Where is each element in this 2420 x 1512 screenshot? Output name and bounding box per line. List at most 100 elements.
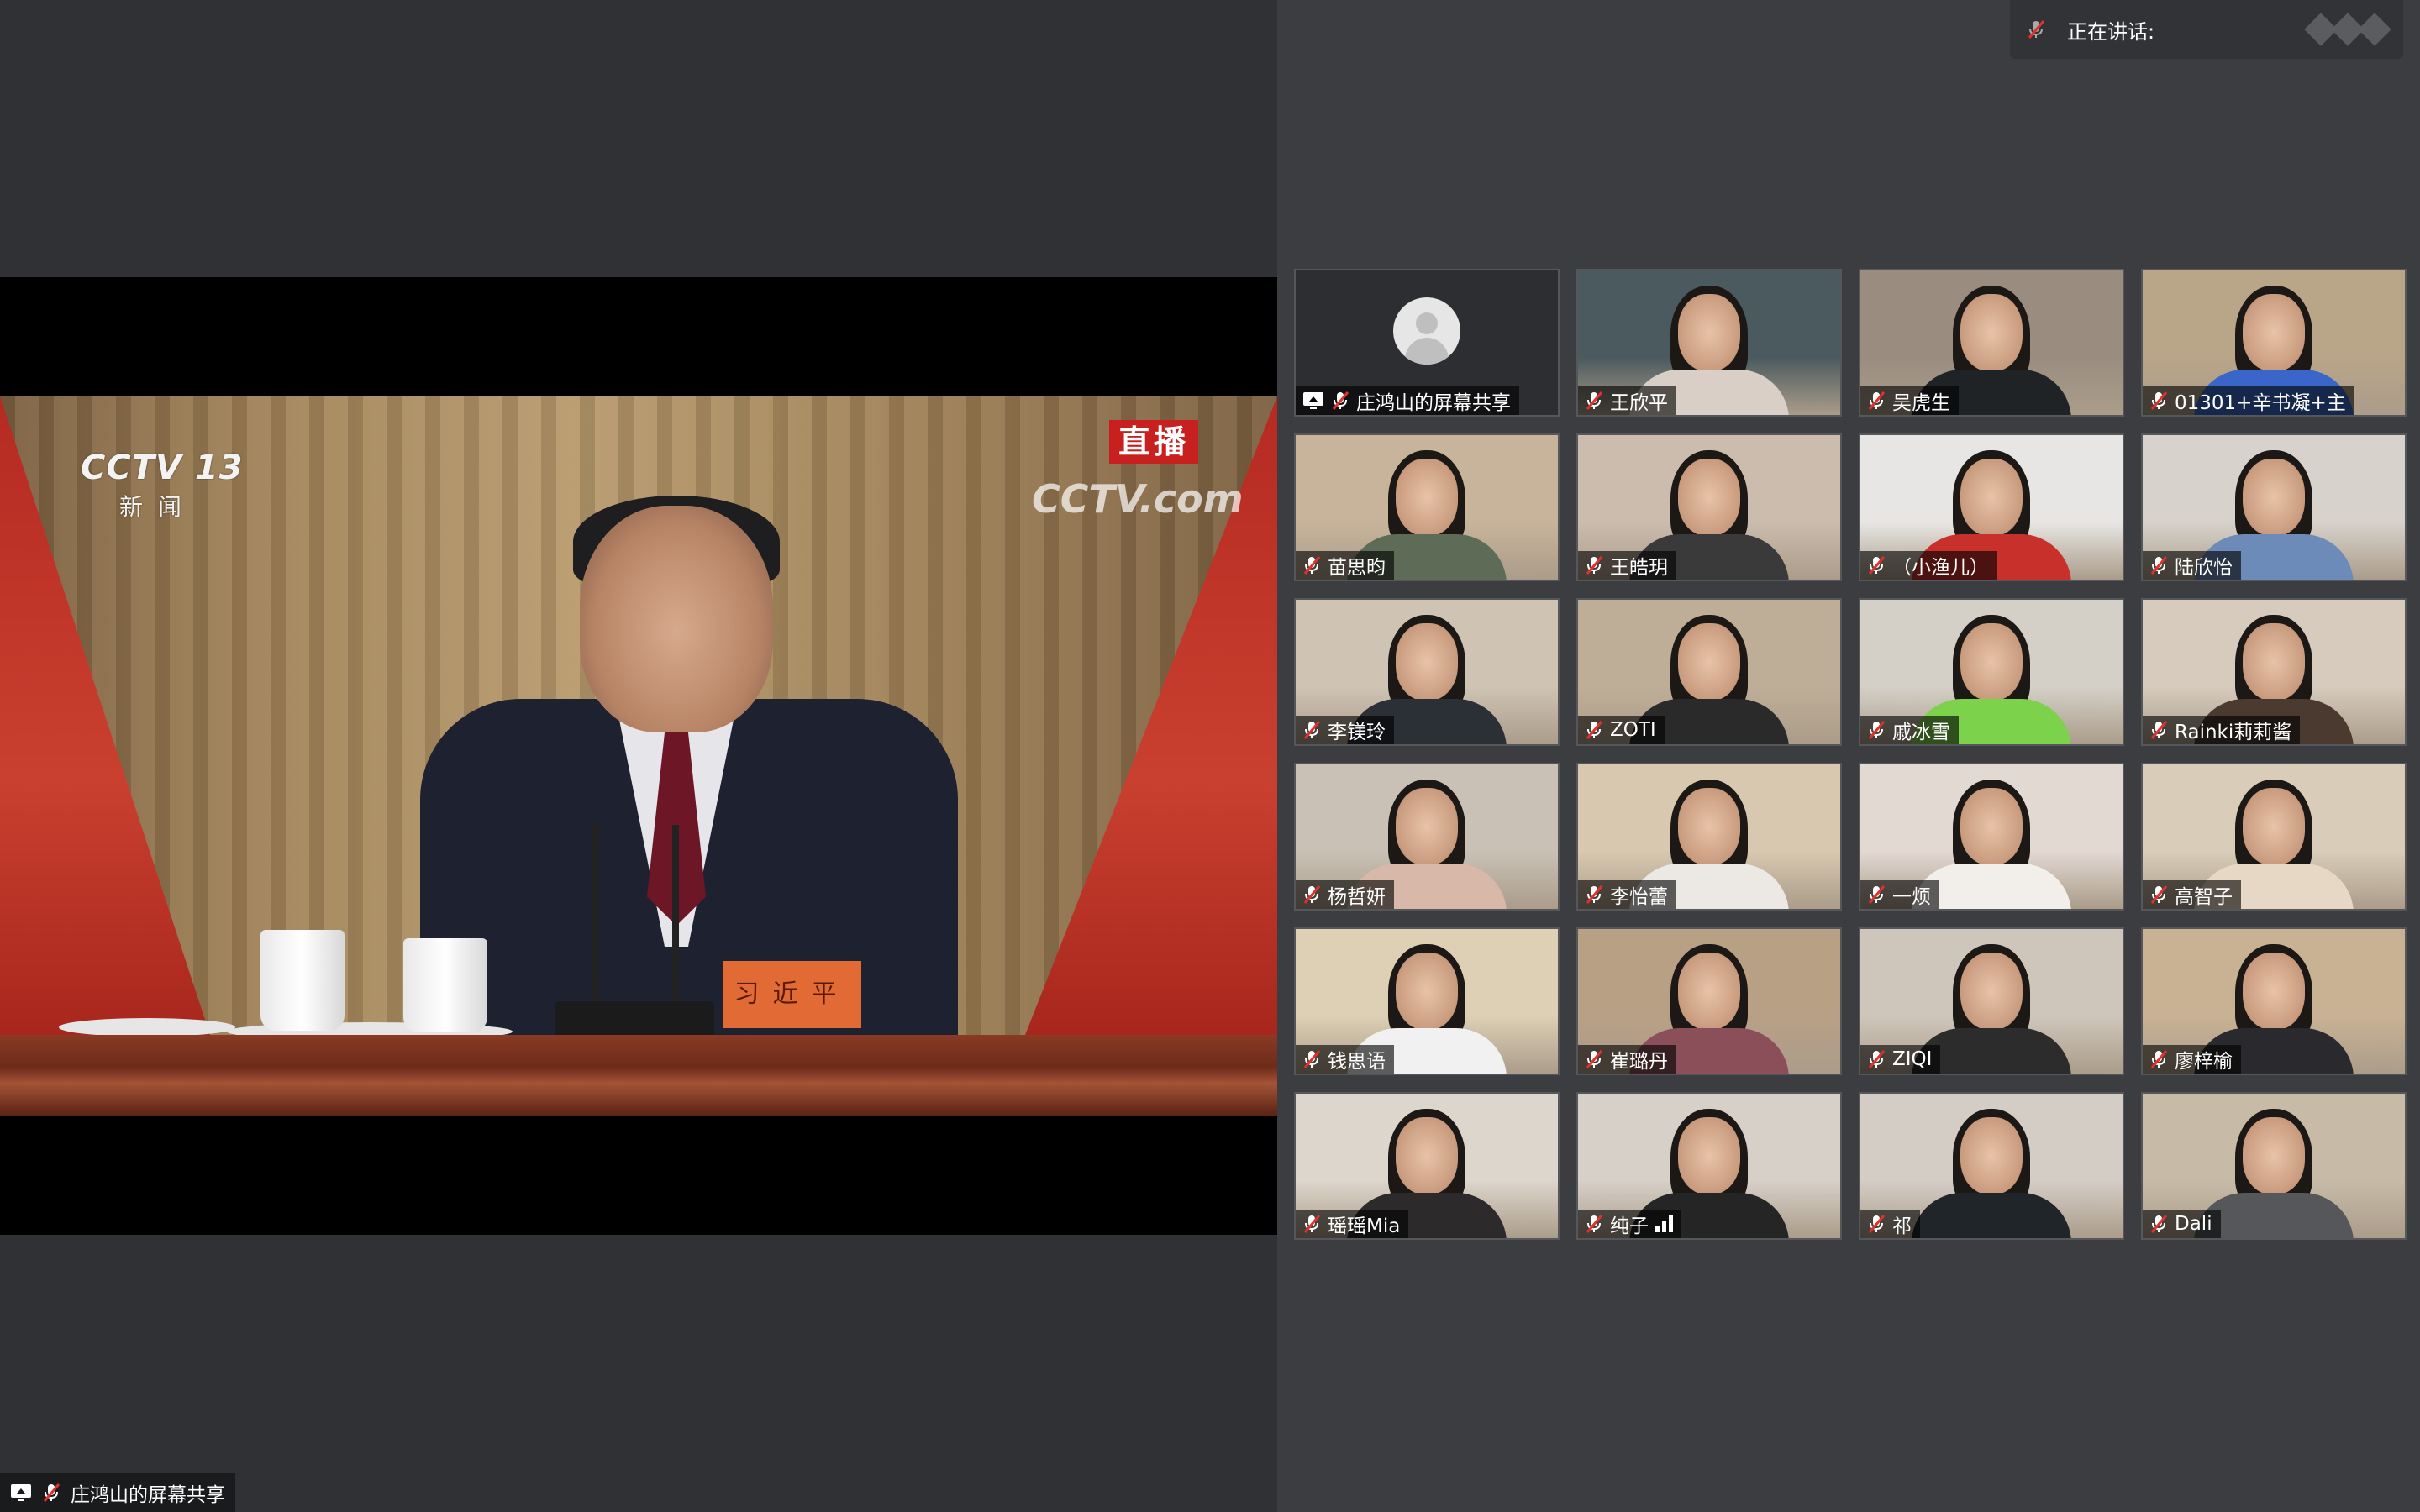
participant-name-tag: 王皓玥 — [1578, 551, 1676, 580]
participant-tile[interactable]: 李镁玲 — [1294, 598, 1560, 746]
participant-torso — [1912, 1193, 2071, 1238]
participant-tile[interactable]: 01301+辛书凝+主 — [2141, 269, 2407, 417]
participant-name-tag: 王欣平 — [1578, 386, 1676, 415]
muted-mic-icon — [1585, 1049, 1603, 1069]
muted-mic-icon — [2027, 19, 2045, 39]
muted-mic-icon — [2149, 1049, 2168, 1069]
cctv-channel-logo: CCTV 13 新闻 — [81, 449, 244, 522]
muted-mic-icon — [2149, 885, 2168, 905]
muted-mic-icon — [2149, 555, 2168, 575]
participant-tile[interactable]: 瑶瑶Mia — [1294, 1092, 1560, 1240]
participant-name: Dali — [2175, 1213, 2212, 1235]
shared-screen-frame: 习近平 CCTV 13 新闻 直播 CCTV.com — [0, 277, 1277, 1235]
tea-cup-right — [403, 938, 487, 1032]
muted-mic-icon — [2149, 391, 2168, 411]
participant-name-tag: 杨哲妍 — [1296, 880, 1394, 909]
screen-share-label: 庄鸿山的屏幕共享 — [0, 1473, 235, 1512]
participant-tile[interactable]: 廖梓榆 — [2141, 927, 2407, 1075]
shared-screen-area: 习近平 CCTV 13 新闻 直播 CCTV.com 庄鸿山的屏幕共享 — [0, 0, 1277, 1512]
participant-face — [1960, 623, 2023, 701]
participant-tile[interactable]: （小渔儿） — [1859, 433, 2124, 581]
participant-tile[interactable]: 庄鸿山的屏幕共享 — [1294, 269, 1560, 417]
participant-face — [1960, 459, 2023, 536]
participant-tile[interactable]: 祁 — [1859, 1092, 2124, 1240]
muted-mic-icon — [1867, 720, 1886, 740]
cctv-channel-name: 新闻 — [119, 493, 197, 521]
muted-mic-icon — [1331, 391, 1349, 411]
saucer-left — [59, 1018, 235, 1037]
view-toggle-icon[interactable] — [2304, 13, 2391, 46]
muted-mic-icon — [2149, 720, 2168, 740]
participant-name-tag: Dali — [2143, 1210, 2221, 1238]
muted-mic-icon — [1302, 720, 1321, 740]
participant-name-tag: 陆欣怡 — [2143, 551, 2241, 580]
participant-face — [1396, 623, 1458, 701]
participant-tile[interactable]: Dali — [2141, 1092, 2407, 1240]
participant-face — [1396, 953, 1458, 1030]
participant-tile[interactable]: 崔璐丹 — [1576, 927, 1842, 1075]
participant-name: （小渔儿） — [1892, 557, 1989, 579]
participant-name: ZOTI — [1610, 719, 1656, 741]
participant-name: Rainki莉莉酱 — [2175, 722, 2292, 743]
participant-name: 01301+辛书凝+主 — [2175, 392, 2346, 414]
participant-name-tag: 崔璐丹 — [1578, 1045, 1676, 1074]
participant-tile[interactable]: 钱思语 — [1294, 927, 1560, 1075]
participant-name-tag: 瑶瑶Mia — [1296, 1210, 1409, 1238]
muted-mic-icon — [1867, 1214, 1886, 1234]
gallery-view-panel: 正在讲话: 庄鸿山的屏幕共享 王欣平 吴虎生 01301+辛书凝+主苗思昀 王皓玥 （小渔… — [1277, 0, 2420, 1512]
participant-tile[interactable]: 李怡蕾 — [1576, 763, 1842, 911]
participant-face — [2243, 459, 2305, 536]
participant-face — [1960, 294, 2023, 371]
participant-name: 戚冰雪 — [1892, 722, 1950, 743]
participant-name: 杨哲妍 — [1328, 886, 1386, 908]
participant-face — [1396, 1117, 1458, 1194]
default-avatar-icon — [1393, 297, 1460, 365]
participant-face — [1678, 1117, 1740, 1194]
muted-mic-icon — [1585, 1214, 1603, 1234]
muted-mic-icon — [1585, 720, 1603, 740]
participant-face — [1678, 623, 1740, 701]
muted-mic-icon — [1867, 1049, 1886, 1069]
screen-share-icon — [1302, 391, 1324, 410]
participant-face — [1678, 459, 1740, 536]
participant-grid: 庄鸿山的屏幕共享 王欣平 吴虎生 01301+辛书凝+主苗思昀 王皓玥 （小渔儿） 陆欣怡李… — [1294, 269, 2407, 1240]
participant-tile[interactable]: 王欣平 — [1576, 269, 1842, 417]
participant-tile[interactable]: 高智子 — [2141, 763, 2407, 911]
participant-tile[interactable]: 杨哲妍 — [1294, 763, 1560, 911]
participant-tile[interactable]: 王皓玥 — [1576, 433, 1842, 581]
participant-face — [2243, 1117, 2305, 1194]
participant-name-tag: 祁 — [1860, 1210, 1920, 1238]
participant-tile[interactable]: 戚冰雪 — [1859, 598, 2124, 746]
participant-face — [1960, 953, 2023, 1030]
participant-tile[interactable]: 陆欣怡 — [2141, 433, 2407, 581]
participant-tile[interactable]: 一烦 — [1859, 763, 2124, 911]
participant-face — [1396, 459, 1458, 536]
screen-share-owner: 庄鸿山的屏幕共享 — [71, 1484, 225, 1506]
participant-name: 祁 — [1892, 1215, 1912, 1237]
participant-name: 陆欣怡 — [2175, 557, 2233, 579]
participant-name-tag: 01301+辛书凝+主 — [2143, 386, 2354, 415]
participant-name-tag: 吴虎生 — [1860, 386, 1959, 415]
participant-name: 纯子 — [1610, 1215, 1649, 1237]
participant-name: 钱思语 — [1328, 1051, 1386, 1073]
muted-mic-icon — [1585, 885, 1603, 905]
participant-name-tag: 廖梓榆 — [2143, 1045, 2241, 1074]
participant-face — [1678, 953, 1740, 1030]
participant-tile[interactable]: 苗思昀 — [1294, 433, 1560, 581]
participant-tile[interactable]: ZIQI — [1859, 927, 2124, 1075]
participant-tile[interactable]: ZOTI — [1576, 598, 1842, 746]
participant-tile[interactable]: 吴虎生 — [1859, 269, 2124, 417]
participant-name-tag: ZIQI — [1860, 1045, 1941, 1074]
cctv-watermark: CCTV.com — [1032, 476, 1244, 522]
participant-name: 高智子 — [2175, 886, 2233, 908]
participant-face — [1960, 788, 2023, 865]
participant-face — [2243, 294, 2305, 371]
participant-tile[interactable]: Rainki莉莉酱 — [2141, 598, 2407, 746]
participant-tile[interactable]: 纯子 — [1576, 1092, 1842, 1240]
participant-face — [2243, 623, 2305, 701]
muted-mic-icon — [1585, 391, 1603, 411]
participant-name: 廖梓榆 — [2175, 1051, 2233, 1073]
active-speaker-bar: 正在讲话: — [2010, 0, 2403, 59]
signal-strength-icon — [1655, 1215, 1673, 1232]
participant-face — [2243, 953, 2305, 1030]
